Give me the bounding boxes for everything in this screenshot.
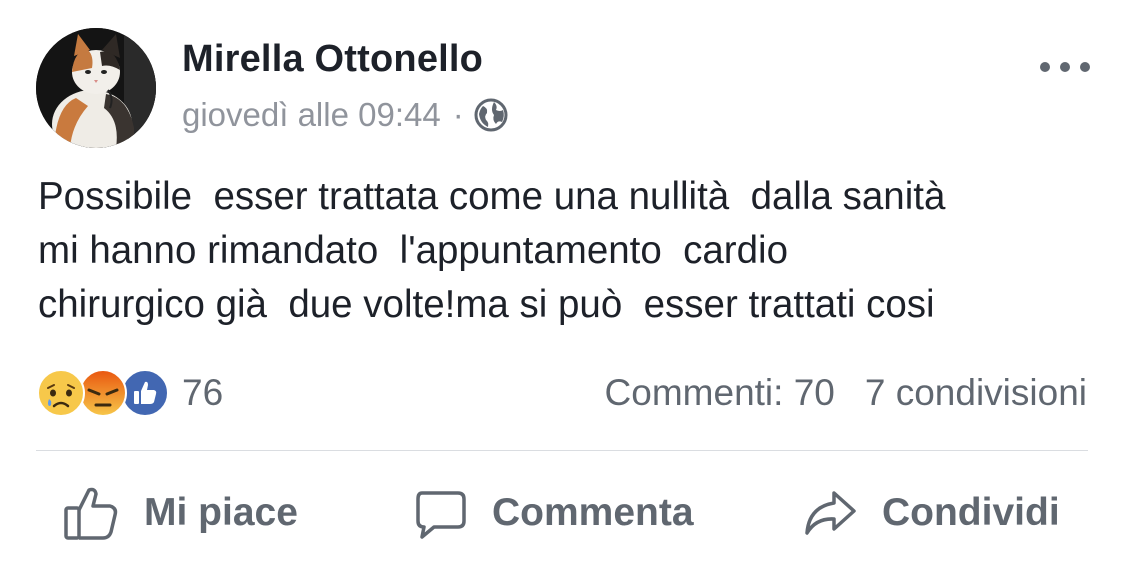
- action-bar: Mi piace Commenta Condividi: [0, 470, 1125, 556]
- post-text: Possibile esser trattata come una nullit…: [38, 175, 946, 326]
- facebook-post: Mirella Ottonello giovedì alle 09:44 · P…: [0, 0, 1125, 564]
- reaction-count: 76: [182, 372, 224, 413]
- post-meta: giovedì alle 09:44 ·: [182, 93, 508, 137]
- thumbs-up-icon: [64, 487, 118, 540]
- comment-label: Commenta: [492, 491, 694, 534]
- more-options-icon[interactable]: [1040, 55, 1090, 79]
- comment-button[interactable]: Commenta: [412, 470, 694, 556]
- globe-icon: [474, 98, 508, 132]
- author-name[interactable]: Mirella Ottonello: [182, 38, 483, 81]
- avatar[interactable]: [36, 28, 156, 148]
- reactions-summary[interactable]: 76: [36, 366, 223, 420]
- comment-icon: [416, 491, 466, 539]
- share-button[interactable]: Condividi: [802, 470, 1060, 556]
- meta-separator: ·: [452, 96, 464, 133]
- more-dot: [1080, 62, 1090, 72]
- divider: [36, 450, 1088, 451]
- like-label: Mi piace: [144, 491, 298, 534]
- like-button[interactable]: Mi piace: [62, 470, 298, 556]
- post-timestamp[interactable]: giovedì alle 09:44: [182, 96, 441, 134]
- more-dot: [1040, 62, 1050, 72]
- shares-count[interactable]: 7 condivisioni: [865, 372, 1087, 414]
- sad-reaction-icon: [37, 369, 85, 417]
- share-icon: [805, 491, 856, 535]
- share-label: Condividi: [882, 491, 1060, 534]
- comments-count[interactable]: Commenti: 70: [605, 372, 835, 414]
- post-stats: Commenti: 70 7 condivisioni: [605, 366, 1087, 420]
- cat-photo: [36, 28, 156, 148]
- more-dot: [1060, 62, 1070, 72]
